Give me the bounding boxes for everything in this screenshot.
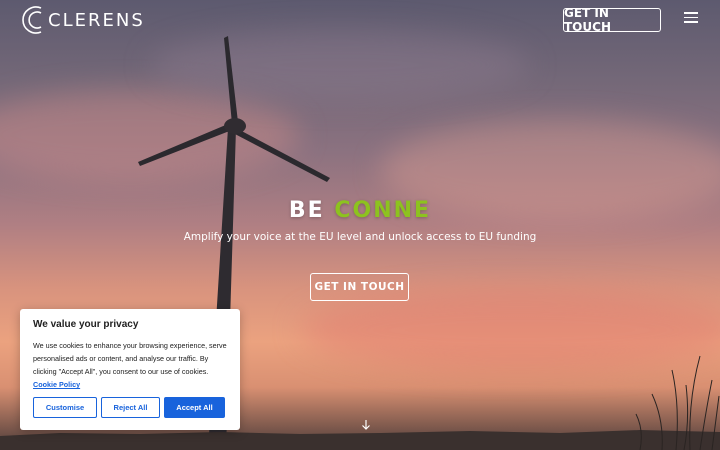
headline-prefix: BE	[288, 198, 335, 223]
accept-all-button[interactable]: Accept All	[164, 397, 225, 418]
reject-all-button[interactable]: Reject All	[101, 397, 160, 418]
arrow-down-icon[interactable]	[360, 419, 372, 431]
logo-text: CLERENS	[48, 9, 145, 31]
cookie-button-row: Customise Reject All Accept All	[33, 397, 225, 418]
site-header: CLERENS GET IN TOUCH	[0, 0, 720, 42]
cookie-banner-title: We value your privacy	[33, 319, 139, 330]
customise-button[interactable]: Customise	[33, 397, 97, 418]
cookie-policy-link[interactable]: Cookie Policy	[33, 380, 80, 389]
headline-accent-word: CONNE	[334, 198, 432, 223]
hero-subtitle: Amplify your voice at the EU level and u…	[183, 231, 537, 243]
hero-headline: BE CONNE	[0, 198, 720, 223]
hamburger-menu-icon[interactable]	[684, 12, 698, 26]
header-get-in-touch-button[interactable]: GET IN TOUCH	[563, 6, 661, 34]
hero-section: CLERENS GET IN TOUCH BE CONNE Amplify yo…	[0, 0, 720, 450]
cookie-consent-banner: We value your privacy We use cookies to …	[20, 309, 240, 430]
logo-arc-icon	[22, 6, 42, 34]
cookie-banner-body: We use cookies to enhance your browsing …	[33, 341, 227, 376]
clerens-logo[interactable]: CLERENS	[22, 4, 145, 36]
hero-get-in-touch-button[interactable]: GET IN TOUCH	[310, 273, 409, 301]
cookie-banner-text: We use cookies to enhance your browsing …	[33, 339, 227, 391]
